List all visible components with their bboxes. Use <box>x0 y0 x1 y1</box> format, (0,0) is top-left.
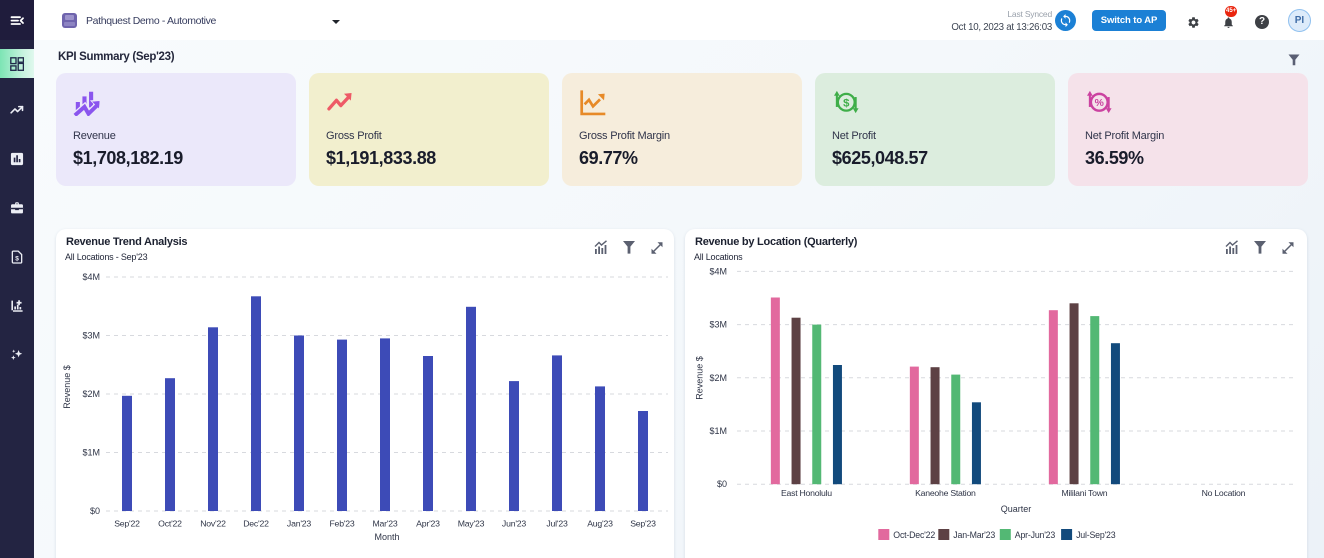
svg-text:Jan-Mar'23: Jan-Mar'23 <box>953 530 995 540</box>
svg-text:%: % <box>1095 98 1104 109</box>
svg-text:$1M: $1M <box>709 426 727 436</box>
svg-text:$0: $0 <box>90 506 100 516</box>
svg-text:Revenue $: Revenue $ <box>695 356 705 400</box>
svg-text:$4M: $4M <box>82 272 100 282</box>
svg-text:$3M: $3M <box>709 320 727 330</box>
svg-text:Oct-Dec'22: Oct-Dec'22 <box>893 530 935 540</box>
svg-text:$: $ <box>843 97 850 109</box>
svg-text:Feb'23: Feb'23 <box>329 519 354 529</box>
svg-text:May'23: May'23 <box>458 519 485 529</box>
svg-text:Apr-Jun'23: Apr-Jun'23 <box>1015 530 1056 540</box>
svg-text:$: $ <box>15 255 19 262</box>
svg-text:Revenue $: Revenue $ <box>62 365 72 409</box>
svg-text:Apr'23: Apr'23 <box>416 519 440 529</box>
svg-text:Mar'23: Mar'23 <box>372 519 397 529</box>
svg-text:Jul'23: Jul'23 <box>546 519 568 529</box>
svg-text:Mililani Town: Mililani Town <box>1061 488 1107 498</box>
svg-text:$2M: $2M <box>82 389 100 399</box>
svg-text:$0: $0 <box>717 479 727 489</box>
svg-text:Month: Month <box>374 532 399 542</box>
svg-text:Nov'22: Nov'22 <box>200 519 226 529</box>
svg-text:$3M: $3M <box>82 331 100 341</box>
svg-text:Dec'22: Dec'22 <box>243 519 269 529</box>
svg-text:Aug'23: Aug'23 <box>587 519 613 529</box>
svg-text:$4M: $4M <box>709 266 727 276</box>
svg-text:Jun'23: Jun'23 <box>502 519 526 529</box>
svg-text:Quarter: Quarter <box>1001 504 1032 514</box>
svg-text:Sep'22: Sep'22 <box>114 519 140 529</box>
svg-text:$1M: $1M <box>82 448 100 458</box>
svg-text:Jul-Sep'23: Jul-Sep'23 <box>1076 530 1116 540</box>
svg-text:No Location: No Location <box>1202 488 1246 498</box>
svg-text:Jan'23: Jan'23 <box>287 519 311 529</box>
svg-text:East Honolulu: East Honolulu <box>781 488 832 498</box>
svg-text:Oct'22: Oct'22 <box>158 519 182 529</box>
svg-text:$2M: $2M <box>709 373 727 383</box>
svg-text:Sep'23: Sep'23 <box>630 519 656 529</box>
svg-text:Kaneohe Station: Kaneohe Station <box>915 488 976 498</box>
